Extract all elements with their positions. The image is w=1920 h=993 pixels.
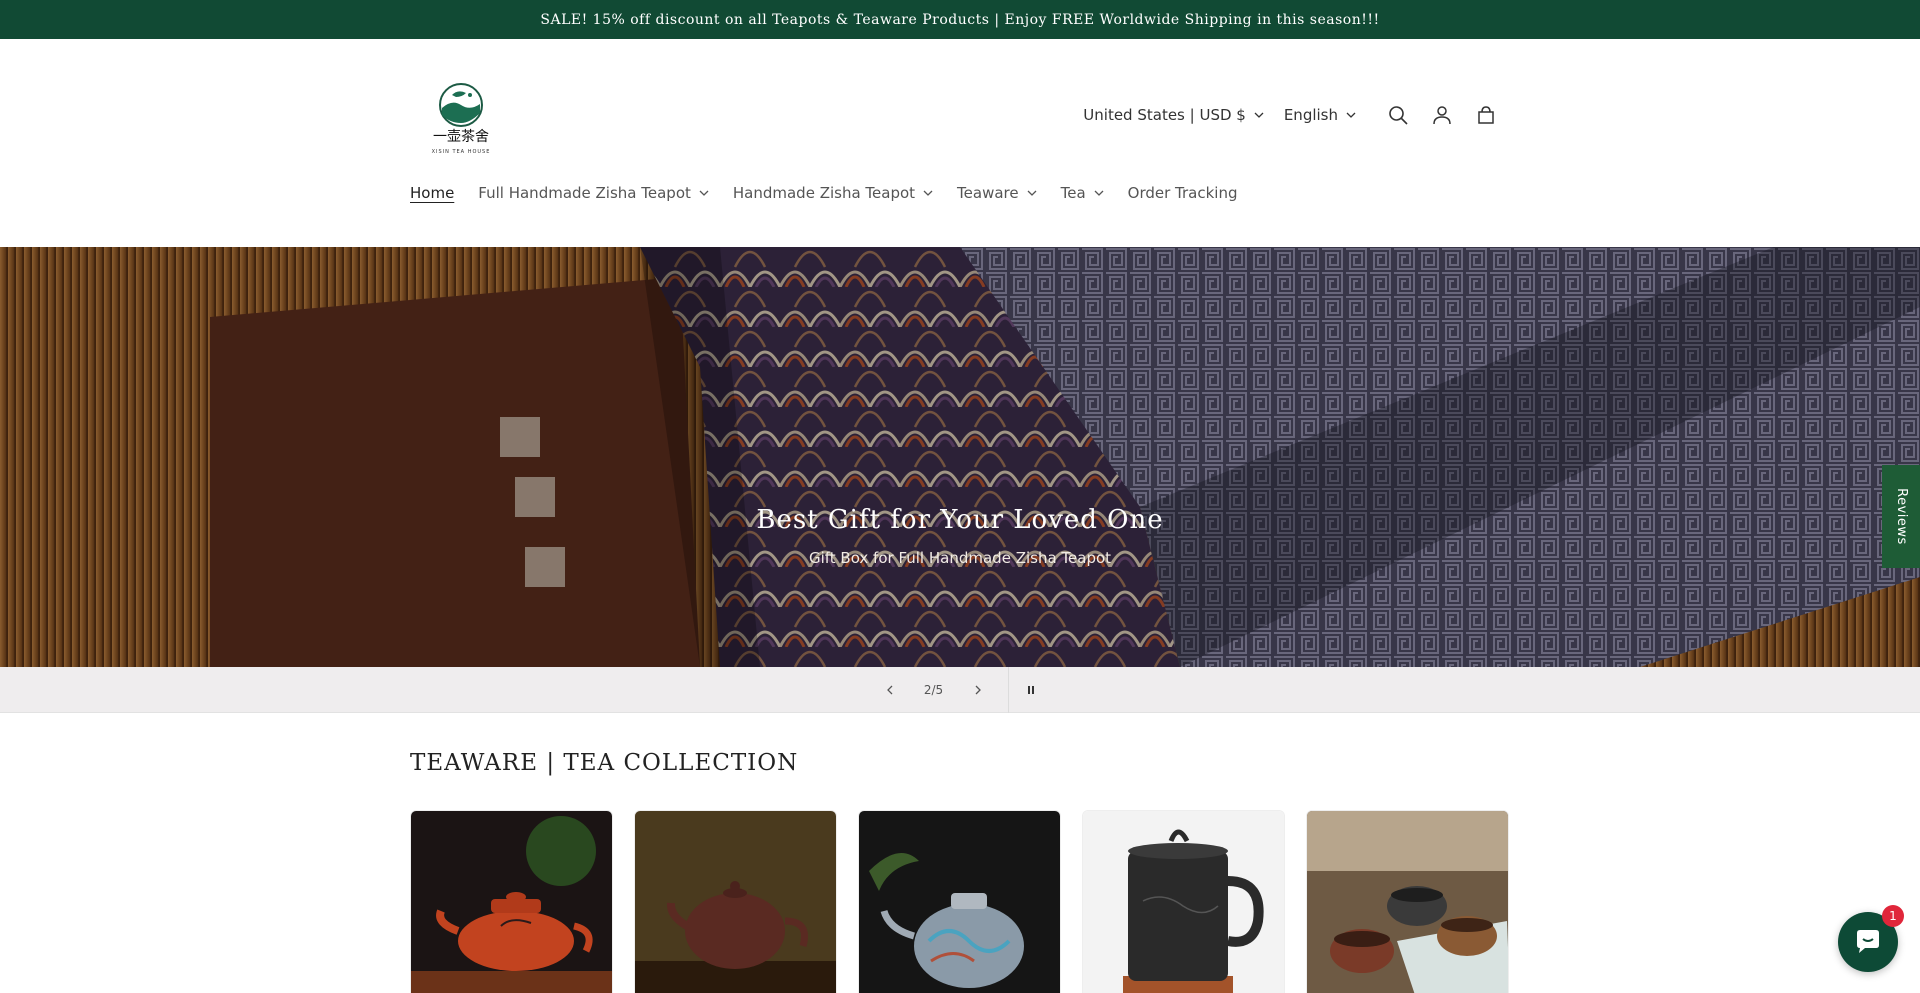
collection-title: TEAWARE | TEA COLLECTION [410, 750, 799, 776]
pause-icon [1027, 685, 1034, 694]
search-icon[interactable] [1376, 93, 1420, 137]
announcement-bar: SALE! 15% off discount on all Teapots & … [0, 0, 1920, 39]
chevron-right-icon [975, 685, 981, 694]
announcement-text: SALE! 15% off discount on all Teapots & … [540, 11, 1380, 28]
chevron-down-icon [923, 190, 933, 196]
language-selector[interactable]: English [1284, 106, 1356, 124]
product-image [411, 811, 612, 993]
slideshow-controls: 2/5 [0, 666, 1920, 713]
nav-item-label: Teaware [957, 184, 1019, 202]
nav-item-full-handmade-zisha-teapot[interactable]: Full Handmade Zisha Teapot [478, 184, 709, 202]
hero-title: Best Gift for Your Loved One [756, 505, 1164, 535]
product-card-silver-teapot[interactable] [858, 810, 1061, 993]
logo-text: 一壶茶舍 [433, 129, 489, 145]
hero-caption: Best Gift for Your Loved One Gift Box fo… [0, 505, 1920, 567]
pause-slideshow-button[interactable] [1009, 667, 1053, 713]
nav-item-tea[interactable]: Tea [1061, 184, 1104, 202]
logo-subtext: XISIN TEA HOUSE [432, 149, 491, 155]
currency-label: United States | USD $ [1083, 106, 1246, 124]
nav-item-handmade-zisha-teapot[interactable]: Handmade Zisha Teapot [733, 184, 933, 202]
previous-slide-button[interactable] [868, 667, 912, 713]
chevron-down-icon [1094, 190, 1104, 196]
chevron-left-icon [886, 685, 892, 694]
nav-item-teaware[interactable]: Teaware [957, 184, 1037, 202]
nav-item-label: Home [410, 184, 455, 202]
account-icon[interactable] [1420, 93, 1464, 137]
nav-item-label: Order Tracking [1127, 184, 1238, 202]
hero-slideshow: Best Gift for Your Loved One Gift Box fo… [0, 247, 1920, 667]
store-logo[interactable]: 一壶茶舍 XISIN TEA HOUSE [414, 75, 508, 161]
nav-item-label: Handmade Zisha Teapot [732, 184, 916, 202]
nav-item-label: Full Handmade Zisha Teapot [478, 184, 691, 202]
nav-item-home[interactable]: Home [410, 184, 454, 202]
product-image [1083, 811, 1284, 993]
next-slide-button[interactable] [956, 667, 1000, 713]
cart-icon[interactable] [1464, 93, 1508, 137]
main-navigation: Home Full Handmade Zisha Teapot Handmade… [410, 184, 1262, 202]
chat-icon [1857, 930, 1879, 953]
chat-notification-badge: 1 [1882, 905, 1904, 927]
product-card-red-zisha-teapot[interactable] [410, 810, 613, 993]
product-image [1307, 811, 1508, 993]
slide-counter: 2/5 [923, 682, 944, 697]
chevron-down-icon [1254, 112, 1264, 118]
chevron-down-icon [699, 190, 709, 196]
hero-image [0, 247, 1920, 667]
product-image [859, 811, 1060, 993]
collection-grid [410, 810, 1530, 993]
chevron-down-icon [1027, 190, 1037, 196]
header-utilities: United States | USD $ English [1083, 97, 1508, 133]
chevron-down-icon [1346, 112, 1356, 118]
product-card-tea-cups[interactable] [1306, 810, 1509, 993]
reviews-tab[interactable]: Reviews [1882, 465, 1920, 568]
currency-selector[interactable]: United States | USD $ [1083, 106, 1264, 124]
product-image [635, 811, 836, 993]
site-header: 一壶茶舍 XISIN TEA HOUSE United States | USD… [0, 39, 1920, 247]
hero-subtitle: Gift Box for Full Handmade Zisha Teapot [808, 549, 1112, 567]
language-label: English [1283, 106, 1338, 124]
reviews-tab-label: Reviews [1893, 488, 1909, 545]
nav-item-label: Tea [1060, 184, 1086, 202]
nav-item-order-tracking[interactable]: Order Tracking [1128, 184, 1238, 202]
product-card-black-mug[interactable] [1082, 810, 1285, 993]
product-card-brown-zisha-teapot[interactable] [634, 810, 837, 993]
